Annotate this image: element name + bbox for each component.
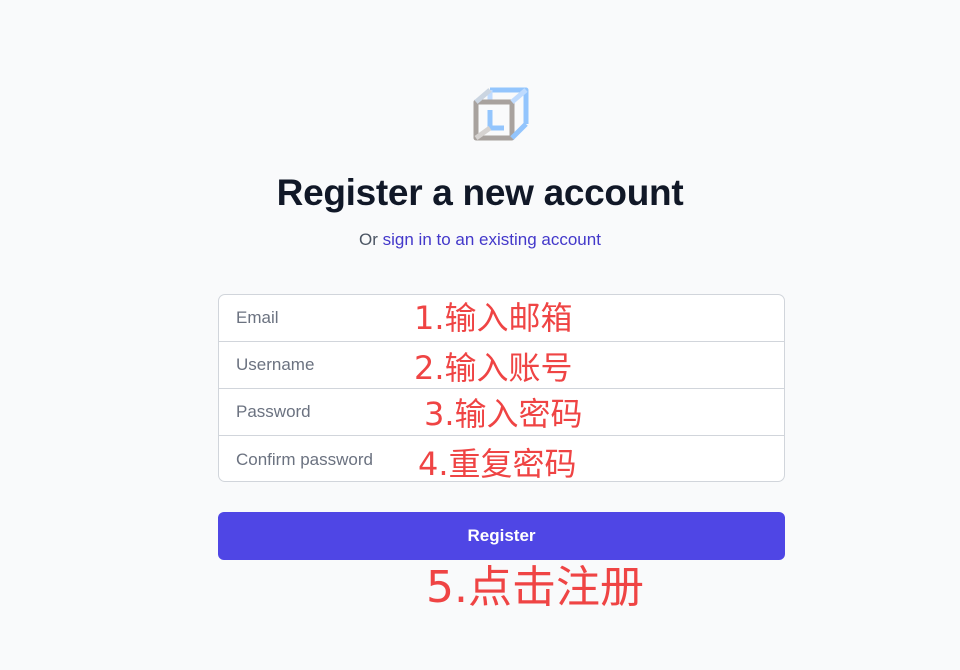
signin-prefix: Or — [359, 230, 383, 249]
register-button[interactable]: Register — [218, 512, 785, 560]
impossible-cube-icon — [473, 87, 529, 141]
password-input[interactable] — [219, 389, 784, 435]
username-field-wrapper — [219, 342, 784, 389]
signin-prompt: Or sign in to an existing account — [0, 230, 960, 250]
signin-link[interactable]: sign in to an existing account — [383, 230, 601, 249]
confirm-password-input[interactable] — [219, 436, 784, 481]
password-field-wrapper — [219, 389, 784, 436]
email-field-wrapper — [219, 295, 784, 342]
confirm-password-field-wrapper — [219, 436, 784, 481]
annotation-step-5: 5.点击注册 — [426, 562, 644, 613]
register-page: Register a new account Or sign in to an … — [0, 0, 960, 670]
email-input[interactable] — [219, 295, 784, 341]
username-input[interactable] — [219, 342, 784, 388]
page-title: Register a new account — [276, 172, 684, 213]
register-form — [218, 294, 785, 482]
